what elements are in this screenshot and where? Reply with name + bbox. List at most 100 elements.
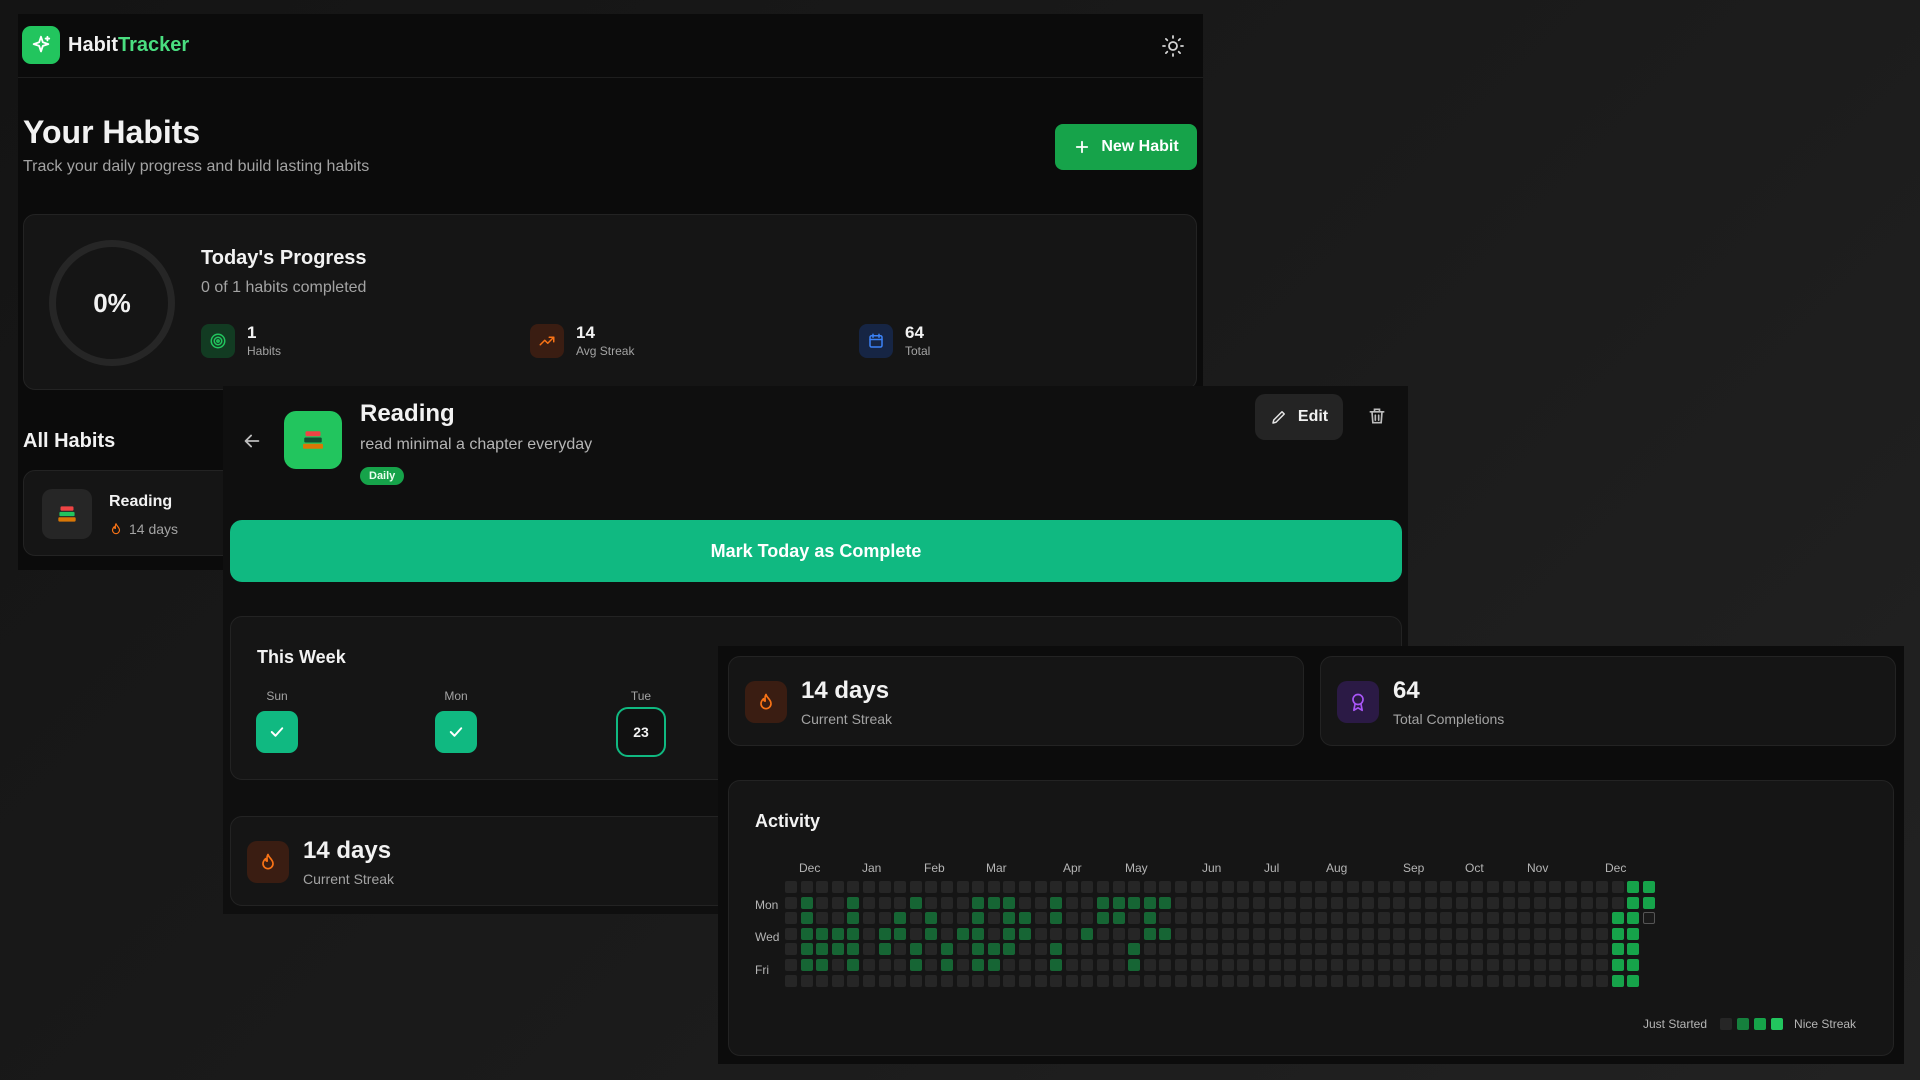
activity-cell	[1424, 927, 1437, 940]
activity-cell	[1019, 881, 1031, 893]
activity-cell	[847, 959, 860, 971]
activity-cell	[1315, 974, 1328, 987]
mark-complete-button[interactable]: Mark Today as Complete	[230, 520, 1402, 582]
app-header: HabitTracker	[18, 14, 1203, 78]
activity-title: Activity	[755, 811, 821, 831]
trash-icon[interactable]	[1367, 406, 1387, 426]
activity-cell	[1331, 912, 1343, 925]
arrow-left-icon[interactable]	[241, 430, 263, 452]
activity-cell	[1518, 927, 1531, 940]
activity-cell	[894, 959, 907, 971]
activity-cell	[1362, 943, 1375, 956]
activity-cell	[1424, 959, 1437, 971]
activity-cell	[878, 881, 891, 893]
activity-cell	[894, 974, 907, 987]
activity-cell	[1331, 881, 1343, 893]
check-icon[interactable]	[435, 711, 477, 753]
activity-cell	[1362, 974, 1375, 987]
brand-part-2: Tracker	[118, 34, 190, 56]
day-sun[interactable]: Sun	[255, 689, 299, 753]
activity-cell	[1159, 927, 1172, 940]
activity-cell	[1518, 896, 1531, 909]
activity-cell	[894, 896, 907, 909]
stats-window: 14 days Current Streak 64 Total Completi…	[718, 646, 1904, 1064]
activity-cell	[972, 943, 985, 956]
activity-cell	[1003, 896, 1016, 909]
logo-icon[interactable]	[22, 26, 60, 64]
activity-cell	[941, 974, 953, 987]
activity-cell	[1299, 912, 1312, 925]
activity-cell	[1502, 927, 1515, 940]
sun-icon[interactable]	[1161, 34, 1185, 58]
activity-cell	[1159, 912, 1172, 925]
activity-cell	[1424, 896, 1437, 909]
progress-title: Today's Progress	[201, 247, 367, 269]
activity-cell	[1097, 881, 1109, 893]
activity-cell	[800, 927, 813, 940]
activity-cell	[1175, 959, 1187, 971]
activity-cell	[1455, 927, 1468, 940]
day-mon[interactable]: Mon	[434, 689, 478, 753]
activity-cell	[1424, 912, 1437, 925]
month-label: Apr	[1063, 861, 1082, 875]
activity-cell	[956, 943, 969, 956]
today-box[interactable]: 23	[616, 707, 666, 757]
check-icon[interactable]	[256, 711, 298, 753]
activity-cell	[1299, 881, 1312, 893]
activity-cell	[1284, 896, 1297, 909]
activity-cell	[1253, 881, 1265, 893]
activity-cell	[1206, 881, 1219, 893]
activity-cell	[1050, 896, 1063, 909]
activity-cell	[1253, 943, 1265, 956]
day-tue[interactable]: Tue 23	[614, 689, 668, 757]
new-habit-button[interactable]: New Habit	[1055, 124, 1197, 170]
activity-cell	[1596, 943, 1609, 956]
activity-cell	[1175, 896, 1187, 909]
activity-cell	[1409, 896, 1421, 909]
frequency-badge: Daily	[360, 467, 405, 485]
activity-cell	[1175, 974, 1187, 987]
activity-cell	[1518, 912, 1531, 925]
activity-cell	[1159, 881, 1172, 893]
activity-cell	[1440, 927, 1453, 940]
activity-cell	[1565, 881, 1577, 893]
activity-cell	[1346, 881, 1359, 893]
activity-cell	[1362, 927, 1375, 940]
activity-cell	[1549, 943, 1562, 956]
habit-streak: 14 days	[109, 521, 178, 537]
activity-cell	[1580, 943, 1593, 956]
activity-cell	[1206, 974, 1219, 987]
activity-cell	[1487, 881, 1499, 893]
activity-cell	[987, 959, 1000, 971]
activity-cell	[816, 912, 829, 925]
activity-cell	[1284, 959, 1297, 971]
activity-cell	[1611, 881, 1624, 893]
edit-button[interactable]: Edit	[1255, 394, 1343, 440]
activity-cell	[1393, 959, 1406, 971]
month-label: Dec	[799, 861, 821, 875]
activity-cell	[800, 896, 813, 909]
activity-cell	[831, 912, 844, 925]
activity-cell	[1190, 943, 1203, 956]
activity-cell	[816, 896, 829, 909]
activity-cell	[956, 912, 969, 925]
activity-cell	[1050, 881, 1063, 893]
activity-cell	[1003, 974, 1016, 987]
activity-cell	[1455, 974, 1468, 987]
habit-description: read minimal a chapter everyday	[360, 436, 593, 453]
activity-cell	[925, 974, 938, 987]
activity-cell	[1237, 927, 1250, 940]
stat-avg-streak: 14 Avg Streak	[530, 323, 634, 359]
activity-cell	[1331, 896, 1343, 909]
activity-cell	[785, 881, 797, 893]
activity-cell	[1424, 881, 1437, 893]
activity-cell	[1393, 927, 1406, 940]
activity-cell	[1237, 959, 1250, 971]
activity-cell	[831, 959, 844, 971]
activity-cell	[1159, 974, 1172, 987]
activity-cell	[1409, 959, 1421, 971]
activity-cell	[1331, 959, 1343, 971]
activity-cell	[1455, 881, 1468, 893]
activity-cell	[1034, 974, 1047, 987]
activity-cell	[816, 943, 829, 956]
